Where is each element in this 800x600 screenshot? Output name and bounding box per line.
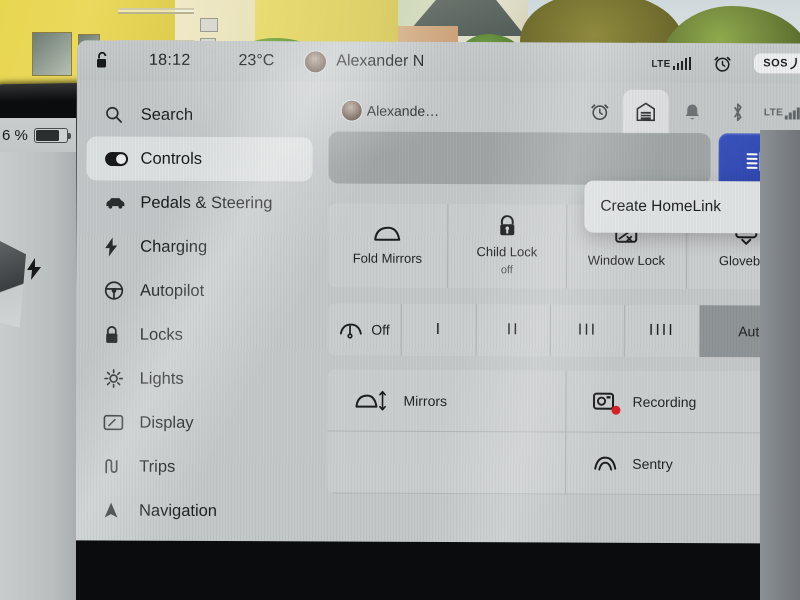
settings-sidebar: Search Controls Pedals & Steering Chargi… — [75, 80, 323, 541]
tile-label: Mirrors — [403, 392, 448, 409]
sidebar-item-label: Search — [140, 105, 194, 124]
sidebar-item-lights[interactable]: Lights — [86, 356, 312, 401]
mirrors-and-camera-tiles: Mirrors Recording Sentry — [327, 369, 800, 496]
empty-tile — [327, 431, 567, 495]
wiper-speed-label: II — [506, 321, 520, 339]
car-icon — [104, 195, 134, 209]
sun-icon — [104, 368, 134, 388]
mirror-adjust-icon — [353, 388, 389, 412]
lte-label: LTE — [763, 106, 784, 118]
sidebar-item-label: Lights — [139, 369, 184, 388]
lte-label: LTE — [651, 58, 671, 70]
phone-battery-overlay: 6 % — [0, 118, 76, 152]
alarm-clock-icon[interactable] — [713, 54, 732, 73]
navigation-arrow-icon — [103, 501, 133, 519]
sidebar-item-locks[interactable]: Locks — [86, 312, 312, 357]
charging-bolt-icon — [26, 258, 42, 280]
sidebar-item-search[interactable]: Search — [87, 92, 313, 137]
recording-indicator — [611, 405, 621, 415]
search-icon — [105, 105, 135, 123]
dashcam-record-icon — [592, 390, 621, 415]
bell-icon[interactable] — [669, 102, 715, 121]
tesla-touchscreen[interactable]: 18:12 23°C Alexander N LTE SOS Search Co… — [74, 40, 800, 544]
bluetooth-icon[interactable] — [715, 102, 761, 122]
driver-name[interactable]: Alexander N — [336, 53, 424, 71]
child-lock-tile[interactable]: Child Lock off — [447, 203, 568, 289]
quick-icon-row: Alexande… LTE — [329, 89, 800, 134]
main-body: Search Controls Pedals & Steering Chargi… — [75, 80, 800, 543]
wiper-off-option[interactable]: Off — [327, 303, 403, 356]
status-bar-right: LTE SOS — [651, 53, 800, 74]
sidebar-item-label: Autopilot — [139, 281, 205, 300]
trips-icon — [103, 457, 133, 475]
fold-mirrors-tile[interactable]: Fold Mirrors — [328, 203, 448, 288]
sidebar-item-label: Pedals & Steering — [140, 193, 273, 212]
ac-unit — [200, 18, 218, 32]
sidebar-item-navigation[interactable]: Navigation — [85, 488, 311, 533]
tile-label: Child Lock — [476, 243, 538, 259]
balcony — [118, 8, 194, 14]
outside-temperature[interactable]: 23°C — [239, 52, 275, 70]
garage-icon[interactable] — [622, 89, 669, 134]
tile-sublabel: off — [500, 263, 513, 277]
tile-label: Fold Mirrors — [352, 250, 423, 267]
alarm-clock-icon[interactable] — [577, 102, 623, 122]
dashboard-left-panel — [0, 152, 76, 600]
sidebar-item-pedals-steering[interactable]: Pedals & Steering — [86, 180, 312, 225]
signal-bars — [672, 56, 692, 70]
quick-profile-label[interactable]: Alexande… — [367, 103, 439, 119]
controls-panel: Alexande… LTE Fold Mirrors Child Lock of… — [321, 81, 800, 543]
sidebar-item-display[interactable]: Display — [85, 400, 311, 445]
phone-battery-percent: 6 % — [2, 126, 28, 144]
status-bar: 18:12 23°C Alexander N LTE SOS — [76, 40, 800, 84]
unlock-icon[interactable] — [91, 51, 113, 69]
display-icon — [103, 414, 133, 431]
bolt-icon — [104, 237, 134, 257]
sidebar-item-trips[interactable]: Trips — [85, 444, 311, 489]
dashboard-right-panel — [760, 130, 800, 600]
sos-label: SOS — [763, 57, 789, 70]
sos-button[interactable]: SOS — [754, 53, 800, 74]
wiper-speed-label: I — [435, 320, 443, 338]
sidebar-item-autopilot[interactable]: Autopilot — [86, 268, 312, 313]
wiper-speed-1[interactable]: I — [402, 303, 477, 357]
photo-of-tesla-touchscreen: 6 % 18:12 23°C Alexander N LTE SOS Searc… — [0, 0, 800, 600]
homelink-card-background[interactable] — [328, 131, 711, 186]
sidebar-item-label: Controls — [140, 149, 203, 168]
wiper-speed-2[interactable]: II — [476, 304, 551, 357]
wiper-speed-3[interactable]: III — [550, 304, 626, 357]
tile-label: Window Lock — [587, 252, 666, 269]
avatar[interactable] — [304, 49, 328, 73]
wiper-icon — [339, 321, 363, 339]
padlock-icon — [104, 325, 134, 344]
sidebar-item-label: Navigation — [139, 501, 218, 520]
wiper-speed-label: III — [577, 321, 598, 339]
sidebar-item-label: Display — [139, 413, 194, 432]
battery-icon — [33, 127, 71, 143]
child-lock-icon — [497, 214, 517, 237]
sidebar-item-label: Trips — [139, 457, 176, 476]
mirror-icon — [372, 224, 402, 244]
toggle-icon — [105, 151, 135, 166]
clock-time[interactable]: 18:12 — [149, 52, 191, 70]
signal-bars-icon[interactable]: LTE — [761, 106, 800, 120]
sentry-icon — [592, 452, 618, 474]
wiper-speed-4[interactable]: IIII — [625, 304, 700, 358]
wiper-off-label: Off — [371, 321, 390, 338]
mirrors-tile[interactable]: Mirrors — [327, 369, 567, 433]
steering-wheel-icon — [104, 280, 134, 300]
tile-label: Sentry — [632, 455, 673, 472]
tile-label: Recording — [632, 393, 697, 410]
sidebar-item-charging[interactable]: Charging — [86, 224, 312, 269]
wiper-speed-label: IIII — [648, 321, 675, 339]
wiper-speed-selector: Off I II III IIII Auto — [327, 303, 800, 358]
signal-bars-icon: LTE — [651, 56, 692, 70]
signal-bars — [785, 106, 800, 120]
sidebar-item-label: Locks — [139, 325, 183, 344]
sidebar-item-label: Charging — [140, 237, 208, 256]
sidebar-item-controls[interactable]: Controls — [86, 136, 313, 182]
create-homelink-label: Create HomeLink — [600, 197, 722, 216]
building-window — [32, 32, 72, 76]
